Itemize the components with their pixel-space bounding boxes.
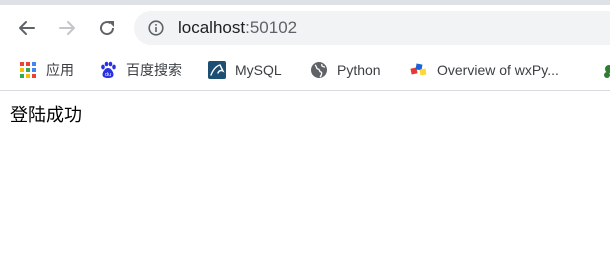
- back-button[interactable]: [14, 15, 40, 41]
- bookmark-wxpython[interactable]: Overview of wxPy...: [410, 59, 559, 81]
- bookmark-label: Python: [337, 62, 381, 78]
- info-icon[interactable]: [148, 20, 164, 36]
- bookmark-mysql[interactable]: MySQL: [208, 59, 282, 81]
- address-url[interactable]: localhost:50102: [178, 18, 297, 38]
- bookmarks-bar: 应用 du 百度搜索 MySQL Python Overview of wxPy…: [0, 52, 610, 91]
- globe-icon: [311, 62, 327, 78]
- login-success-message: 登陆成功: [10, 105, 82, 126]
- reload-button[interactable]: [94, 15, 120, 41]
- apps-grid-icon: [20, 62, 36, 78]
- address-bar[interactable]: localhost:50102: [134, 11, 610, 45]
- page-content: 登陆成功: [0, 91, 610, 254]
- svg-text:du: du: [105, 72, 111, 78]
- bookmark-icon-partial: [604, 65, 610, 78]
- browser-toolbar: localhost:50102: [0, 5, 610, 52]
- bookmark-label: 应用: [46, 62, 74, 78]
- arrow-right-icon: [59, 21, 75, 35]
- bookmark-label: 百度搜索: [126, 62, 182, 78]
- bookmark-baidu[interactable]: du 百度搜索: [99, 59, 182, 81]
- baidu-paw-icon: du: [101, 61, 116, 78]
- url-port: :50102: [245, 18, 298, 37]
- url-host: localhost: [178, 18, 246, 37]
- mysql-icon: [208, 61, 226, 79]
- bookmark-label: MySQL: [235, 62, 282, 78]
- arrow-left-icon: [19, 21, 35, 35]
- wxpython-icon: [410, 63, 427, 76]
- reload-icon: [100, 21, 115, 36]
- forward-button[interactable]: [54, 15, 80, 41]
- bookmark-apps[interactable]: 应用: [19, 59, 74, 81]
- bookmark-python[interactable]: Python: [310, 59, 381, 81]
- bookmark-label: Overview of wxPy...: [437, 62, 559, 78]
- bookmark-overflow-partial[interactable]: [600, 59, 610, 81]
